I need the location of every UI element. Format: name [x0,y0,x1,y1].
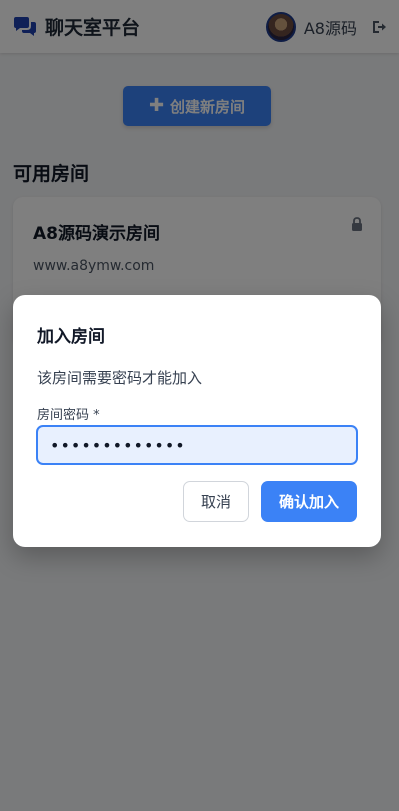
modal-title: 加入房间 [37,327,105,347]
password-input[interactable] [36,425,358,465]
cancel-button[interactable]: 取消 [183,481,249,522]
modal-message: 该房间需要密码才能加入 [37,369,203,387]
join-room-modal: 加入房间 该房间需要密码才能加入 房间密码 * 取消 确认加入 [13,295,381,547]
confirm-join-button[interactable]: 确认加入 [261,481,357,522]
password-label: 房间密码 * [37,408,100,423]
